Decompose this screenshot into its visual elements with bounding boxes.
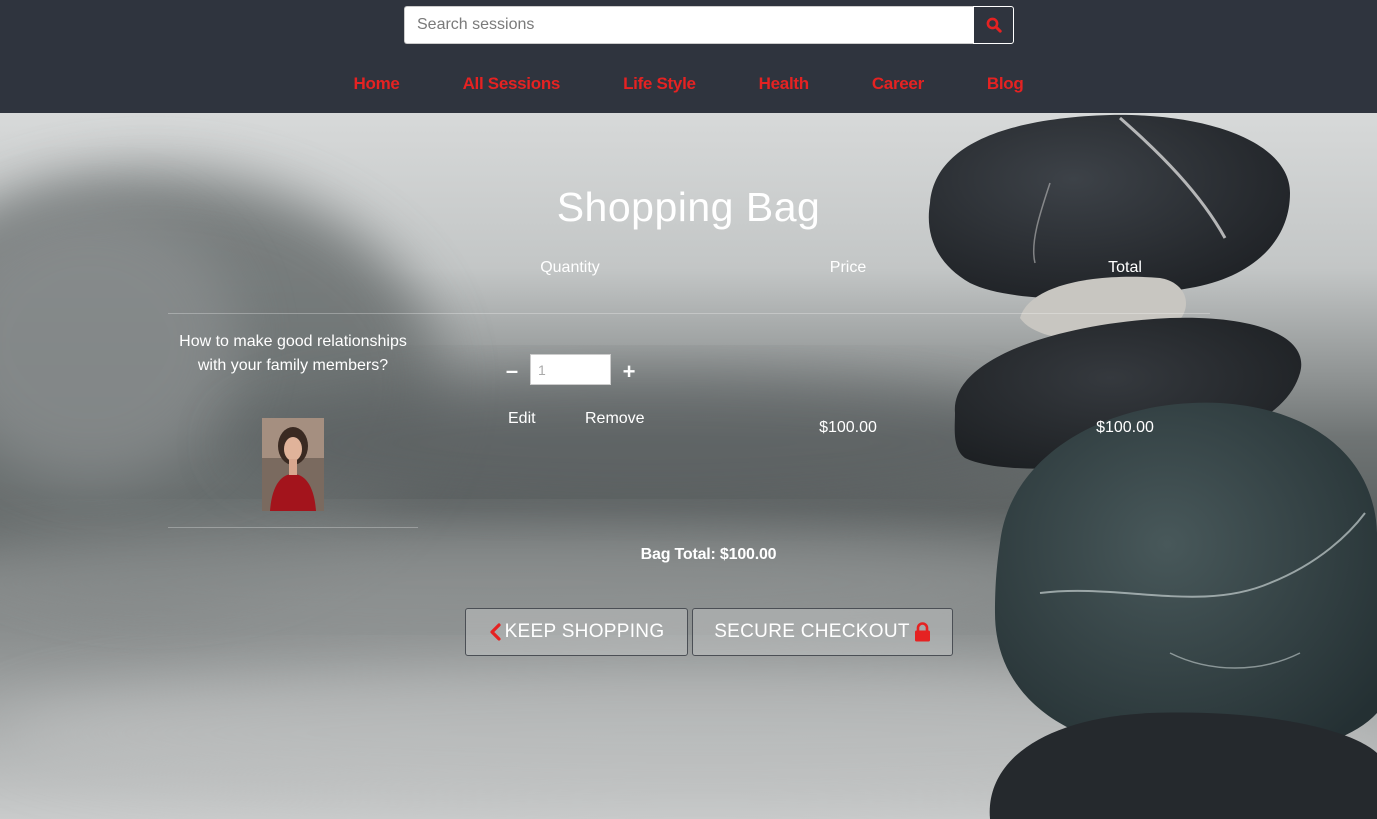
nav-all-sessions[interactable]: All Sessions — [463, 74, 561, 94]
nav-blog[interactable]: Blog — [987, 74, 1024, 94]
keep-shopping-button[interactable]: KEEP SHOPPING — [465, 608, 688, 656]
search-icon — [986, 17, 1002, 33]
quantity-increment-button[interactable]: + — [617, 360, 641, 384]
quantity-input[interactable] — [530, 354, 611, 385]
secure-checkout-label: SECURE CHECKOUT — [714, 621, 910, 642]
search-button[interactable] — [973, 6, 1014, 44]
column-header-quantity: Quantity — [540, 259, 600, 276]
bag-total-text: Bag Total: $100.00 — [640, 546, 777, 563]
search-form — [404, 6, 1014, 44]
nav-career[interactable]: Career — [872, 74, 924, 94]
nav-home[interactable]: Home — [354, 74, 400, 94]
bag-total: Bag Total: $100.00 — [0, 546, 1377, 564]
remove-link[interactable]: Remove — [585, 410, 645, 428]
table-header-divider — [168, 313, 1210, 314]
site-header: Home All Sessions Life Style Health Care… — [0, 0, 1377, 113]
lock-icon — [914, 622, 931, 642]
product-image — [262, 418, 324, 511]
nav-life-style[interactable]: Life Style — [623, 74, 696, 94]
nav-health[interactable]: Health — [759, 74, 809, 94]
search-input[interactable] — [404, 6, 973, 44]
page-title: Shopping Bag — [556, 184, 821, 230]
portrait-image — [262, 418, 324, 511]
quantity-decrement-button[interactable]: – — [500, 360, 524, 384]
product-name: How to make good relationships with your… — [179, 333, 407, 374]
item-price: $100.00 — [819, 419, 877, 436]
column-header-price: Price — [829, 259, 867, 276]
main-nav: Home All Sessions Life Style Health Care… — [0, 74, 1377, 94]
column-header-total: Total — [1108, 259, 1142, 276]
keep-shopping-label: KEEP SHOPPING — [504, 621, 665, 642]
secure-checkout-button[interactable]: SECURE CHECKOUT — [692, 608, 953, 656]
chevron-left-icon — [489, 623, 501, 641]
edit-link[interactable]: Edit — [508, 410, 536, 428]
item-total: $100.00 — [1096, 419, 1154, 436]
item-divider — [168, 527, 418, 528]
